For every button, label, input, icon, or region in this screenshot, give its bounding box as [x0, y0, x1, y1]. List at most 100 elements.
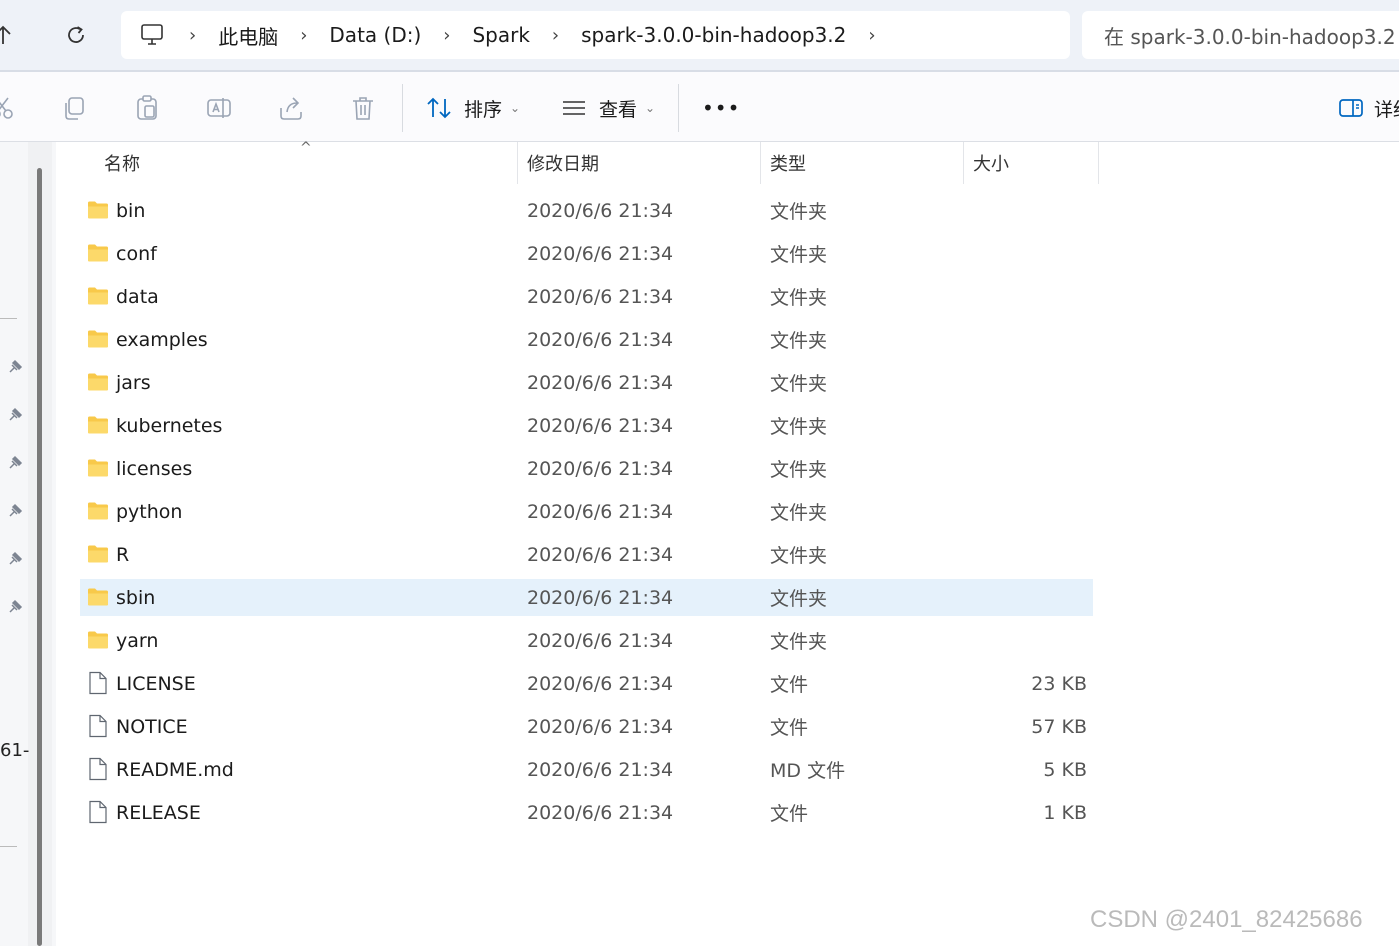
- file-type: 文件夹: [770, 244, 828, 266]
- delete-icon[interactable]: [349, 94, 377, 122]
- folder-icon: [87, 329, 109, 349]
- column-header-name[interactable]: 名称: [104, 142, 140, 184]
- file-row[interactable]: bin 2020/6/6 21:34 文件夹: [80, 192, 1093, 229]
- file-date: 2020/6/6 21:34: [527, 758, 674, 781]
- copy-icon[interactable]: [61, 94, 89, 122]
- column-divider[interactable]: [517, 142, 518, 184]
- toolbar-divider: [402, 84, 403, 132]
- column-divider[interactable]: [963, 142, 964, 184]
- details-pane-button[interactable]: 详细: [1338, 92, 1399, 124]
- file-row[interactable]: python 2020/6/6 21:34 文件夹: [80, 493, 1093, 530]
- pin-icon[interactable]: [6, 550, 24, 568]
- file-size: 5 KB: [1043, 758, 1087, 781]
- more-options-button[interactable]: •••: [702, 92, 740, 124]
- list-view-icon: [561, 98, 587, 118]
- file-row[interactable]: sbin 2020/6/6 21:34 文件夹: [80, 579, 1093, 616]
- breadcrumb-spark[interactable]: Spark: [472, 23, 529, 47]
- search-input[interactable]: 在 spark-3.0.0-bin-hadoop3.2 中: [1082, 11, 1399, 59]
- column-header-type[interactable]: 类型: [770, 142, 806, 184]
- chevron-right-icon[interactable]: ›: [189, 25, 196, 46]
- file-date: 2020/6/6 21:34: [527, 500, 674, 523]
- file-name: licenses: [116, 457, 193, 480]
- file-row[interactable]: LICENSE 2020/6/6 21:34 文件 23 KB: [80, 665, 1093, 702]
- file-type: 文件夹: [770, 588, 828, 610]
- pin-icon[interactable]: [6, 454, 24, 472]
- column-header-date[interactable]: 修改日期: [527, 142, 599, 184]
- file-icon: [87, 714, 109, 738]
- file-type: 文件夹: [770, 201, 828, 223]
- file-row[interactable]: README.md 2020/6/6 21:34 MD 文件 5 KB: [80, 751, 1093, 788]
- monitor-icon[interactable]: [139, 23, 165, 47]
- file-name: jars: [116, 371, 151, 394]
- file-row[interactable]: examples 2020/6/6 21:34 文件夹: [80, 321, 1093, 358]
- navigation-pane-scrollbar-thumb[interactable]: [37, 168, 42, 946]
- chevron-right-icon[interactable]: ›: [868, 25, 875, 46]
- file-type: MD 文件: [770, 760, 846, 782]
- file-type: 文件: [770, 803, 809, 825]
- file-row[interactable]: R 2020/6/6 21:34 文件夹: [80, 536, 1093, 573]
- file-date: 2020/6/6 21:34: [527, 414, 674, 437]
- file-size: 23 KB: [1031, 672, 1087, 695]
- folder-icon: [87, 458, 109, 478]
- file-date: 2020/6/6 21:34: [527, 242, 674, 265]
- column-divider[interactable]: [1098, 142, 1099, 184]
- file-row[interactable]: RELEASE 2020/6/6 21:34 文件 1 KB: [80, 794, 1093, 831]
- sort-ascending-icon: ^: [300, 140, 312, 156]
- share-icon[interactable]: [277, 94, 305, 122]
- file-date: 2020/6/6 21:34: [527, 586, 674, 609]
- file-row[interactable]: kubernetes 2020/6/6 21:34 文件夹: [80, 407, 1093, 444]
- watermark: CSDN @2401_82425686: [1090, 906, 1363, 933]
- rename-icon[interactable]: [205, 94, 233, 122]
- file-type: 文件夹: [770, 502, 828, 524]
- navigation-bar: › 此电脑 › Data (D:) › Spark › spark-3.0.0-…: [0, 0, 1399, 72]
- file-name: R: [116, 543, 130, 566]
- breadcrumb-this-pc[interactable]: 此电脑: [218, 21, 278, 50]
- pin-icon[interactable]: [6, 598, 24, 616]
- file-date: 2020/6/6 21:34: [527, 199, 674, 222]
- file-type: 文件夹: [770, 373, 828, 395]
- file-type: 文件夹: [770, 416, 828, 438]
- column-header-size[interactable]: 大小: [973, 142, 1009, 184]
- cut-icon[interactable]: [0, 94, 16, 122]
- file-name: NOTICE: [116, 715, 188, 738]
- file-type: 文件: [770, 717, 809, 739]
- arrow-up-icon[interactable]: [0, 20, 18, 50]
- paste-icon[interactable]: [133, 94, 161, 122]
- breadcrumb-data-drive[interactable]: Data (D:): [329, 23, 421, 47]
- sidebar-divider: [0, 318, 17, 319]
- file-date: 2020/6/6 21:34: [527, 285, 674, 308]
- pin-icon[interactable]: [6, 358, 24, 376]
- column-divider[interactable]: [760, 142, 761, 184]
- chevron-right-icon[interactable]: ›: [300, 25, 307, 46]
- refresh-icon[interactable]: [61, 20, 91, 50]
- pin-icon[interactable]: [6, 406, 24, 424]
- sort-label: 排序: [464, 98, 503, 121]
- file-type: 文件夹: [770, 631, 828, 653]
- chevron-right-icon[interactable]: ›: [443, 25, 450, 46]
- pin-icon[interactable]: [6, 502, 24, 520]
- file-row[interactable]: yarn 2020/6/6 21:34 文件夹: [80, 622, 1093, 659]
- sidebar-divider: [0, 846, 17, 847]
- chevron-down-icon: ⌄: [645, 101, 656, 115]
- file-type: 文件夹: [770, 330, 828, 352]
- breadcrumb-spark-folder[interactable]: spark-3.0.0-bin-hadoop3.2: [581, 23, 846, 47]
- folder-icon: [87, 587, 109, 607]
- folder-icon: [87, 544, 109, 564]
- address-bar[interactable]: › 此电脑 › Data (D:) › Spark › spark-3.0.0-…: [121, 11, 1070, 59]
- file-row[interactable]: NOTICE 2020/6/6 21:34 文件 57 KB: [80, 708, 1093, 745]
- folder-icon: [87, 243, 109, 263]
- file-row[interactable]: jars 2020/6/6 21:34 文件夹: [80, 364, 1093, 401]
- chevron-right-icon[interactable]: ›: [552, 25, 559, 46]
- sidebar-item-label[interactable]: 61-: [0, 740, 29, 761]
- folder-icon: [87, 415, 109, 435]
- file-row[interactable]: data 2020/6/6 21:34 文件夹: [80, 278, 1093, 315]
- file-row[interactable]: conf 2020/6/6 21:34 文件夹: [80, 235, 1093, 272]
- view-button[interactable]: 查看 ⌄: [561, 92, 655, 124]
- view-label: 查看: [599, 98, 638, 121]
- file-row[interactable]: licenses 2020/6/6 21:34 文件夹: [80, 450, 1093, 487]
- file-type: 文件夹: [770, 459, 828, 481]
- file-name: data: [116, 285, 159, 308]
- folder-icon: [87, 200, 109, 220]
- sort-button[interactable]: 排序 ⌄: [426, 92, 520, 124]
- file-name: bin: [116, 199, 146, 222]
